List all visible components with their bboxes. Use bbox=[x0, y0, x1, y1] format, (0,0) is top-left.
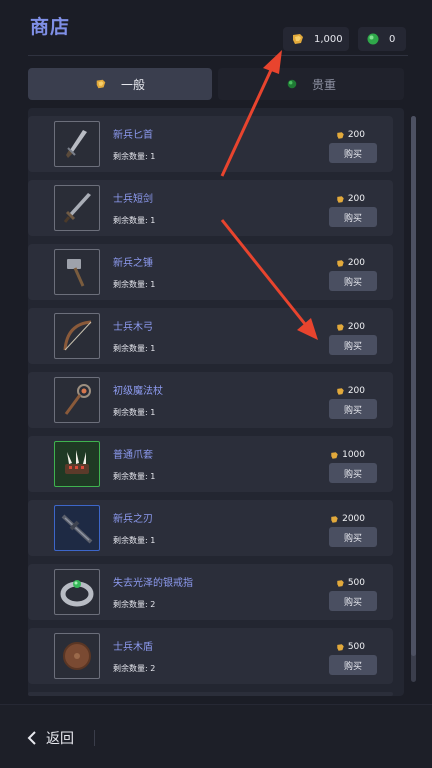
item-price: 200 bbox=[336, 130, 365, 140]
item-price: 500 bbox=[336, 642, 365, 652]
item-remaining: 剩余数量: 1 bbox=[113, 216, 156, 225]
item-remaining: 剩余数量: 2 bbox=[113, 600, 156, 609]
shop-item[interactable]: 新兵匕首 剩余数量: 1 200 购买 bbox=[28, 116, 393, 172]
item-remaining: 剩余数量: 1 bbox=[113, 344, 156, 353]
shop-item[interactable]: 新兵之刃 剩余数量: 1 2000 购买 bbox=[28, 500, 393, 556]
bow-icon bbox=[54, 313, 100, 359]
shop-item[interactable]: 初级魔法杖 剩余数量: 1 200 购买 bbox=[28, 372, 393, 428]
gold-coin-icon bbox=[330, 451, 339, 460]
tab-precious-label: 贵重 bbox=[311, 77, 336, 92]
item-price: 500 bbox=[336, 578, 365, 588]
gold-coin-icon bbox=[336, 259, 345, 268]
hammer-icon bbox=[54, 249, 100, 295]
buy-button[interactable]: 购买 bbox=[329, 143, 377, 163]
buy-button[interactable]: 购买 bbox=[329, 207, 377, 227]
shop-tabs: 一般 贵重 bbox=[28, 68, 404, 100]
sword-icon bbox=[54, 185, 100, 231]
gold-coin-icon bbox=[336, 323, 345, 332]
buy-button[interactable]: 购买 bbox=[329, 271, 377, 291]
item-price: 200 bbox=[336, 258, 365, 268]
blade-icon bbox=[54, 505, 100, 551]
shop-item[interactable]: 士兵木盾 剩余数量: 2 500 购买 bbox=[28, 628, 393, 684]
gem-amount: 0 bbox=[389, 33, 396, 45]
item-price: 200 bbox=[336, 322, 365, 332]
footer-divider bbox=[94, 730, 95, 746]
shop-item[interactable]: 失去光泽的银戒指 剩余数量: 2 500 购买 bbox=[28, 564, 393, 620]
back-button[interactable]: 返回 bbox=[26, 725, 74, 751]
gold-coin-icon bbox=[336, 131, 345, 140]
item-name: 士兵木弓 bbox=[113, 322, 153, 333]
item-remaining: 剩余数量: 1 bbox=[113, 408, 156, 417]
back-label: 返回 bbox=[46, 731, 74, 747]
ring-icon bbox=[54, 569, 100, 615]
shop-item[interactable]: 士兵木弓 剩余数量: 1 200 购买 bbox=[28, 308, 393, 364]
shop-item[interactable]: 士兵短剑 剩余数量: 1 200 购买 bbox=[28, 180, 393, 236]
item-price: 1000 bbox=[330, 450, 365, 460]
tab-precious[interactable]: 贵重 bbox=[218, 68, 404, 100]
staff-icon bbox=[54, 377, 100, 423]
gem-currency-display: 0 bbox=[358, 27, 406, 51]
header-divider bbox=[28, 55, 408, 56]
gold-amount: 1,000 bbox=[314, 33, 343, 45]
scrollbar-thumb[interactable] bbox=[411, 116, 416, 656]
gold-coin-icon bbox=[95, 78, 107, 90]
buy-button[interactable]: 购买 bbox=[329, 335, 377, 355]
green-gem-icon bbox=[286, 78, 298, 90]
item-remaining: 剩余数量: 1 bbox=[113, 536, 156, 545]
buy-button[interactable]: 购买 bbox=[329, 591, 377, 611]
gold-coin-icon bbox=[330, 515, 339, 524]
item-name: 失去光泽的银戒指 bbox=[113, 578, 193, 589]
item-name: 初级魔法杖 bbox=[113, 386, 163, 397]
item-name: 新兵之锤 bbox=[113, 258, 153, 269]
shop-item[interactable]: 普通爪套 剩余数量: 1 1000 购买 bbox=[28, 436, 393, 492]
item-name: 普通爪套 bbox=[113, 450, 153, 461]
chevron-left-icon bbox=[26, 730, 38, 746]
claw-icon bbox=[54, 441, 100, 487]
item-price: 200 bbox=[336, 194, 365, 204]
shop-header: 商店 1,000 0 bbox=[0, 0, 432, 56]
item-price: 2000 bbox=[330, 514, 365, 524]
item-remaining: 剩余数量: 2 bbox=[113, 664, 156, 673]
gold-coin-icon bbox=[336, 643, 345, 652]
item-remaining: 剩余数量: 1 bbox=[113, 472, 156, 481]
item-remaining: 剩余数量: 1 bbox=[113, 152, 156, 161]
green-gem-icon bbox=[366, 32, 380, 46]
item-remaining: 剩余数量: 1 bbox=[113, 280, 156, 289]
buy-button[interactable]: 购买 bbox=[329, 399, 377, 419]
footer-bar: 返回 bbox=[0, 704, 432, 768]
shield-icon bbox=[54, 633, 100, 679]
item-name: 士兵短剑 bbox=[113, 194, 153, 205]
buy-button[interactable]: 购买 bbox=[329, 527, 377, 547]
tab-general-label: 一般 bbox=[120, 77, 145, 92]
item-name: 新兵之刃 bbox=[113, 514, 153, 525]
shop-item-partial bbox=[28, 692, 393, 696]
buy-button[interactable]: 购买 bbox=[329, 463, 377, 483]
item-name: 士兵木盾 bbox=[113, 642, 153, 653]
item-name: 新兵匕首 bbox=[113, 130, 153, 141]
gold-coin-icon bbox=[336, 579, 345, 588]
page-title: 商店 bbox=[30, 16, 71, 38]
gold-coin-icon bbox=[336, 195, 345, 204]
gold-coin-icon bbox=[336, 387, 345, 396]
gold-currency-display: 1,000 bbox=[283, 27, 349, 51]
buy-button[interactable]: 购买 bbox=[329, 655, 377, 675]
item-price: 200 bbox=[336, 386, 365, 396]
dagger-icon bbox=[54, 121, 100, 167]
shop-item[interactable]: 新兵之锤 剩余数量: 1 200 购买 bbox=[28, 244, 393, 300]
tab-general[interactable]: 一般 bbox=[28, 68, 212, 100]
gold-coin-icon bbox=[291, 32, 305, 46]
